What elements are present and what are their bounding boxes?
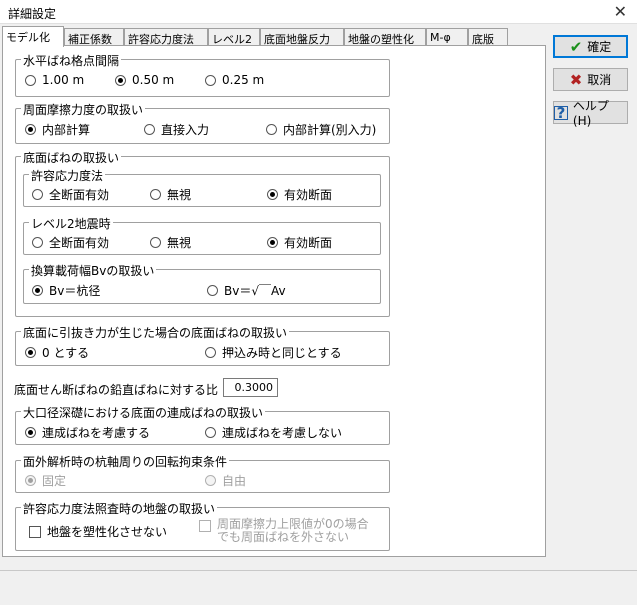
pullout-title: 底面に引抜き力が生じた場合の底面ばねの取扱い — [21, 324, 290, 341]
tab-panel-modeling: 水平ばね格点間隔 1.00 m 0.50 m 0.25 m 周面摩擦力度の取扱い… — [2, 45, 546, 557]
radio-icon — [144, 124, 155, 135]
ground-title: 許容応力度法照査時の地盤の取扱い — [21, 500, 218, 517]
radio-icon — [25, 74, 36, 86]
level2-subgroup: レベル2地震時 全断面有効 無視 有効断面 — [23, 215, 381, 255]
radio-icon — [205, 347, 216, 358]
coupled-ignore-radio[interactable]: 連成ばねを考慮しない — [205, 424, 342, 441]
rotation-title: 面外解析時の杭軸周りの回転拘束条件 — [21, 453, 230, 470]
radio-icon — [205, 74, 216, 86]
radio-selected-icon — [267, 237, 278, 248]
level2-ignore-radio[interactable]: 無視 — [150, 234, 191, 251]
radio-icon — [207, 285, 218, 296]
radio-icon — [266, 124, 277, 135]
ok-button[interactable]: ✔ 確定 — [553, 35, 628, 58]
friction-direct-radio[interactable]: 直接入力 — [144, 121, 209, 138]
radio-icon — [150, 237, 161, 248]
radio-icon — [150, 189, 161, 200]
window-title: 詳細設定 — [8, 7, 57, 21]
tab-correction[interactable]: 補正係数 — [64, 28, 124, 46]
friction-internal-radio[interactable]: 内部計算 — [25, 121, 90, 138]
spring-grid-group: 水平ばね格点間隔 1.00 m 0.50 m 0.25 m — [15, 52, 390, 97]
friction-title: 周面摩擦力度の取扱い — [21, 101, 146, 118]
checkbox-icon — [199, 520, 211, 532]
tab-base-reaction[interactable]: 底面地盤反力 — [260, 28, 344, 46]
ground-group: 許容応力度法照査時の地盤の取扱い 地盤を塑性化させない 周面摩擦力上限値が0の場… — [15, 500, 390, 551]
ground-keep-spring-checkbox[interactable]: 周面摩擦力上限値が0の場合 でも周面ばねを外さない — [199, 518, 369, 544]
radio-selected-icon — [25, 124, 36, 135]
shear-ratio-input[interactable]: 0.3000 — [223, 378, 278, 397]
cross-icon: ✖ — [569, 70, 583, 89]
spring-grid-1m-radio[interactable]: 1.00 m — [25, 73, 84, 87]
friction-group: 周面摩擦力度の取扱い 内部計算 直接入力 内部計算(別入力) — [15, 101, 390, 144]
tab-ground-plastic[interactable]: 地盤の塑性化 — [344, 28, 426, 46]
pullout-same-radio[interactable]: 押込み時と同じとする — [205, 344, 342, 361]
radio-selected-icon — [115, 74, 126, 86]
bv-subgroup: 換算載荷幅Bvの取扱い Bv＝杭径 Bv＝√￣Av — [23, 262, 381, 304]
radio-icon — [32, 189, 43, 200]
radio-selected-icon — [32, 285, 43, 296]
radio-selected-icon — [267, 189, 278, 200]
tab-base-slab[interactable]: 底版 — [468, 28, 508, 46]
rotation-free-radio[interactable]: 自由 — [205, 472, 246, 489]
tab-modeling[interactable]: モデル化 — [2, 26, 64, 47]
allowable-subgroup: 許容応力度法 全断面有効 無視 有効断面 — [23, 167, 381, 207]
base-spring-title: 底面ばねの取扱い — [21, 149, 122, 166]
close-icon[interactable]: ✕ — [614, 2, 627, 21]
allowable-title: 許容応力度法 — [29, 167, 106, 184]
shear-ratio-label: 底面せん断ばねの鉛直ばねに対する比 — [14, 383, 219, 397]
title-bar: 詳細設定 ✕ — [0, 0, 637, 24]
radio-selected-icon — [25, 475, 36, 486]
allowable-effective-radio[interactable]: 有効断面 — [267, 186, 332, 203]
radio-icon — [32, 237, 43, 248]
allowable-full-radio[interactable]: 全断面有効 — [32, 186, 109, 203]
spring-grid-title: 水平ばね格点間隔 — [21, 52, 122, 69]
checkmark-icon: ✔ — [569, 37, 583, 56]
cancel-button[interactable]: ✖ 取消 — [553, 68, 628, 91]
radio-selected-icon — [25, 427, 36, 438]
base-spring-group: 底面ばねの取扱い 許容応力度法 全断面有効 無視 有効断面 レベル2地震時 全断… — [15, 149, 390, 317]
coupled-group: 大口径深礎における底面の連成ばねの取扱い 連成ばねを考慮する 連成ばねを考慮しな… — [15, 404, 390, 445]
friction-internal-separate-radio[interactable]: 内部計算(別入力) — [266, 121, 376, 138]
rotation-group: 面外解析時の杭軸周りの回転拘束条件 固定 自由 — [15, 453, 390, 493]
ground-no-plastic-checkbox[interactable]: 地盤を塑性化させない — [29, 523, 167, 540]
radio-icon — [205, 475, 216, 486]
pullout-group: 底面に引抜き力が生じた場合の底面ばねの取扱い 0 とする 押込み時と同じとする — [15, 324, 390, 366]
bv-sqrt-av-radio[interactable]: Bv＝√￣Av — [207, 282, 286, 299]
allowable-ignore-radio[interactable]: 無視 — [150, 186, 191, 203]
help-button[interactable]: ? ヘルプ(H) — [553, 99, 628, 128]
spring-grid-050m-radio[interactable]: 0.50 m — [115, 73, 174, 87]
level2-full-radio[interactable]: 全断面有効 — [32, 234, 109, 251]
radio-icon — [205, 427, 216, 438]
level2-title: レベル2地震時 — [29, 215, 113, 232]
radio-selected-icon — [25, 347, 36, 358]
help-icon: ? — [554, 104, 568, 122]
tab-level2[interactable]: レベル2 — [208, 28, 260, 46]
spring-grid-025m-radio[interactable]: 0.25 m — [205, 73, 264, 87]
level2-effective-radio[interactable]: 有効断面 — [267, 234, 332, 251]
pullout-zero-radio[interactable]: 0 とする — [25, 344, 89, 361]
rotation-fixed-radio[interactable]: 固定 — [25, 472, 66, 489]
tab-m-phi[interactable]: M-φ — [426, 28, 468, 46]
coupled-title: 大口径深礎における底面の連成ばねの取扱い — [21, 404, 266, 421]
bv-pile-diameter-radio[interactable]: Bv＝杭径 — [32, 282, 100, 299]
status-bar — [0, 570, 637, 605]
checkbox-icon — [29, 525, 41, 538]
tab-allowable[interactable]: 許容応力度法 — [124, 28, 208, 46]
coupled-consider-radio[interactable]: 連成ばねを考慮する — [25, 424, 150, 441]
bv-title: 換算載荷幅Bvの取扱い — [29, 262, 157, 279]
